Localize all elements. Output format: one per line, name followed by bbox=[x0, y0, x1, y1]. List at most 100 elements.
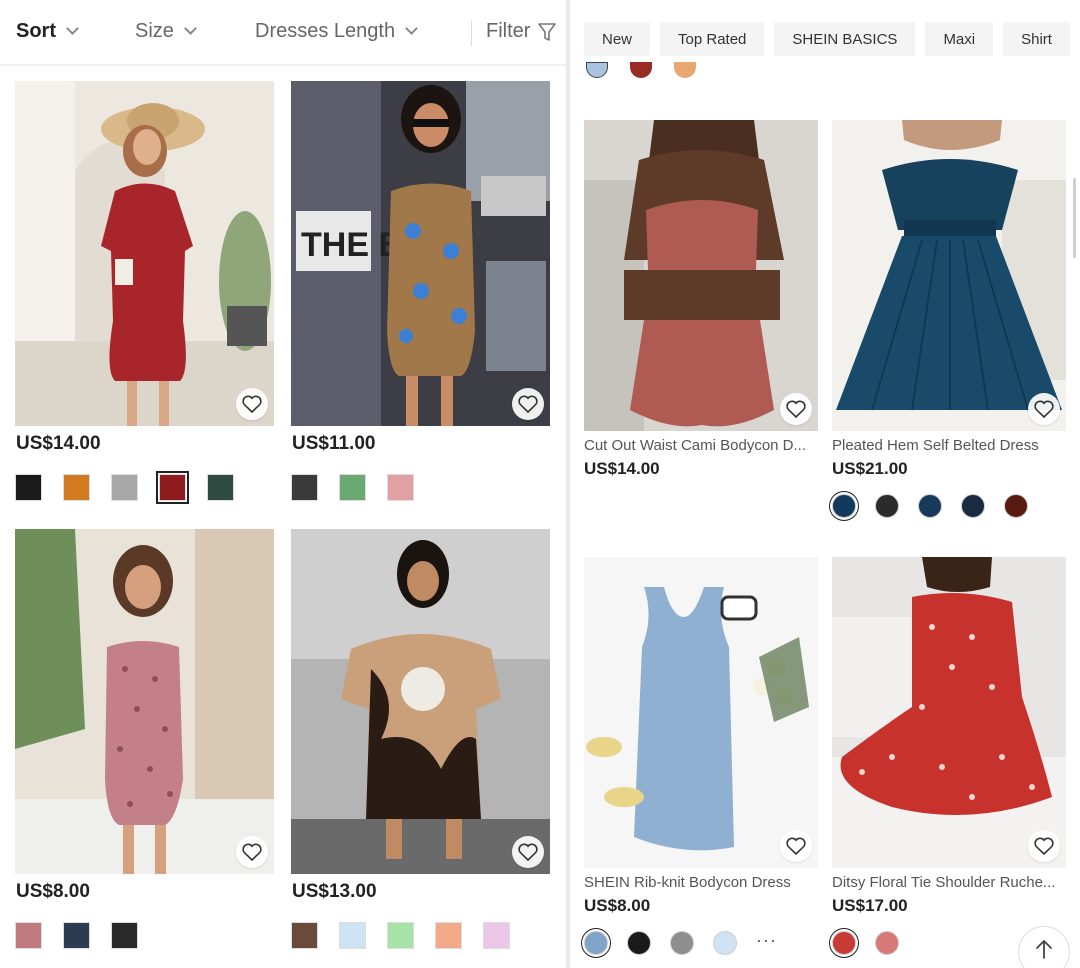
color-swatch[interactable] bbox=[156, 471, 189, 504]
product-title[interactable]: Ditsy Floral Tie Shoulder Ruche... bbox=[832, 874, 1066, 891]
color-swatch[interactable] bbox=[207, 474, 234, 501]
chip-top-rated[interactable]: Top Rated bbox=[660, 22, 765, 56]
svg-text:THE B: THE B bbox=[301, 226, 403, 264]
color-swatches bbox=[291, 474, 435, 501]
chip-new[interactable]: New bbox=[584, 22, 651, 56]
product-photo-pleated-dress bbox=[832, 120, 1066, 431]
toolbar-divider bbox=[471, 20, 472, 46]
product-price: US$14.00 bbox=[16, 433, 101, 454]
color-swatch[interactable] bbox=[832, 931, 856, 955]
arrow-up-icon bbox=[1036, 940, 1052, 959]
color-swatch[interactable] bbox=[435, 922, 462, 949]
color-swatch[interactable] bbox=[875, 931, 899, 955]
scrollbar[interactable] bbox=[1073, 178, 1076, 258]
product-image[interactable] bbox=[584, 120, 818, 431]
color-swatch[interactable] bbox=[291, 922, 318, 949]
favorite-button[interactable] bbox=[1028, 830, 1060, 862]
favorite-button[interactable] bbox=[512, 388, 544, 420]
product-photo-floral-dress bbox=[15, 529, 274, 874]
chip-shirt[interactable]: Shirt bbox=[1003, 22, 1070, 56]
product-image[interactable] bbox=[832, 120, 1066, 431]
filter-toolbar: Sort Size Dresses Length Filter bbox=[0, 0, 566, 66]
sort-dropdown[interactable]: Sort bbox=[16, 20, 79, 43]
chevron-down-icon bbox=[66, 22, 79, 35]
color-swatch[interactable] bbox=[15, 922, 42, 949]
right-product-listing: New Top Rated SHEIN BASICS Maxi Shirt Cu… bbox=[570, 0, 1080, 968]
color-swatch[interactable] bbox=[15, 474, 42, 501]
color-swatch[interactable] bbox=[875, 494, 899, 518]
color-swatch[interactable] bbox=[387, 474, 414, 501]
color-swatch[interactable] bbox=[670, 931, 694, 955]
heart-icon bbox=[786, 837, 806, 855]
swatch-partial[interactable] bbox=[674, 62, 696, 78]
chip-maxi[interactable]: Maxi bbox=[925, 22, 994, 56]
back-to-top-button[interactable] bbox=[1018, 926, 1070, 968]
size-dropdown[interactable]: Size bbox=[135, 20, 197, 43]
product-price: US$17.00 bbox=[832, 896, 908, 915]
product-price: US$8.00 bbox=[16, 881, 90, 902]
funnel-icon bbox=[538, 22, 557, 41]
color-swatch[interactable] bbox=[1004, 494, 1028, 518]
color-swatch[interactable] bbox=[918, 494, 942, 518]
product-image[interactable] bbox=[15, 529, 274, 874]
favorite-button[interactable] bbox=[1028, 393, 1060, 425]
product-price: US$11.00 bbox=[292, 433, 376, 454]
product-image[interactable] bbox=[832, 557, 1066, 868]
favorite-button[interactable] bbox=[780, 830, 812, 862]
color-swatch[interactable] bbox=[63, 922, 90, 949]
color-swatches bbox=[291, 922, 531, 949]
more-colors-indicator[interactable]: ··· bbox=[756, 930, 777, 951]
favorite-button[interactable] bbox=[236, 836, 268, 868]
product-photo-red-dress bbox=[15, 81, 274, 426]
color-swatches bbox=[832, 494, 1047, 518]
favorite-button[interactable] bbox=[780, 393, 812, 425]
color-swatch[interactable] bbox=[584, 931, 608, 955]
color-swatch[interactable] bbox=[961, 494, 985, 518]
color-swatch[interactable] bbox=[339, 474, 366, 501]
color-swatch[interactable] bbox=[339, 922, 366, 949]
product-price: US$14.00 bbox=[584, 459, 660, 478]
color-swatch[interactable] bbox=[713, 931, 737, 955]
color-swatch[interactable] bbox=[627, 931, 651, 955]
color-swatch[interactable] bbox=[483, 922, 510, 949]
swatch-partial[interactable] bbox=[586, 62, 608, 78]
product-photo-floral-ruched-dress bbox=[832, 557, 1066, 868]
color-swatch[interactable] bbox=[63, 474, 90, 501]
favorite-button[interactable] bbox=[512, 836, 544, 868]
color-swatches bbox=[15, 922, 159, 949]
color-swatch[interactable] bbox=[832, 494, 856, 518]
color-swatches: ··· bbox=[584, 930, 777, 955]
filter-button[interactable]: Filter bbox=[486, 20, 557, 43]
product-title[interactable]: Cut Out Waist Cami Bodycon D... bbox=[584, 437, 818, 454]
heart-icon bbox=[518, 843, 538, 861]
chip-shein-basics[interactable]: SHEIN BASICS bbox=[774, 22, 916, 56]
product-title[interactable]: SHEIN Rib-knit Bodycon Dress bbox=[584, 874, 818, 891]
heart-icon bbox=[242, 395, 262, 413]
heart-icon bbox=[1034, 837, 1054, 855]
product-price: US$8.00 bbox=[584, 896, 651, 915]
heart-icon bbox=[518, 395, 538, 413]
dresses-length-dropdown[interactable]: Dresses Length bbox=[255, 20, 418, 43]
product-image[interactable] bbox=[584, 557, 818, 868]
product-image[interactable] bbox=[15, 81, 274, 426]
product-photo-leopard-dress: THE B bbox=[291, 81, 550, 426]
filter-label: Filter bbox=[486, 20, 531, 42]
size-label: Size bbox=[135, 20, 174, 42]
product-title[interactable]: Pleated Hem Self Belted Dress bbox=[832, 437, 1066, 454]
product-image[interactable] bbox=[291, 529, 550, 874]
dresses-length-label: Dresses Length bbox=[255, 20, 396, 42]
heart-icon bbox=[786, 400, 806, 418]
left-product-listing: Sort Size Dresses Length Filter US$14.00… bbox=[0, 0, 566, 968]
product-image[interactable]: THE B bbox=[291, 81, 550, 426]
chevron-down-icon bbox=[405, 22, 418, 35]
chevron-down-icon bbox=[184, 22, 197, 35]
color-swatch[interactable] bbox=[111, 474, 138, 501]
product-price: US$13.00 bbox=[292, 881, 377, 902]
favorite-button[interactable] bbox=[236, 388, 268, 420]
swatch-partial[interactable] bbox=[630, 62, 652, 78]
color-swatch[interactable] bbox=[291, 474, 318, 501]
partial-swatch-row bbox=[586, 62, 696, 78]
sort-label: Sort bbox=[16, 20, 56, 42]
color-swatch[interactable] bbox=[387, 922, 414, 949]
color-swatch[interactable] bbox=[111, 922, 138, 949]
